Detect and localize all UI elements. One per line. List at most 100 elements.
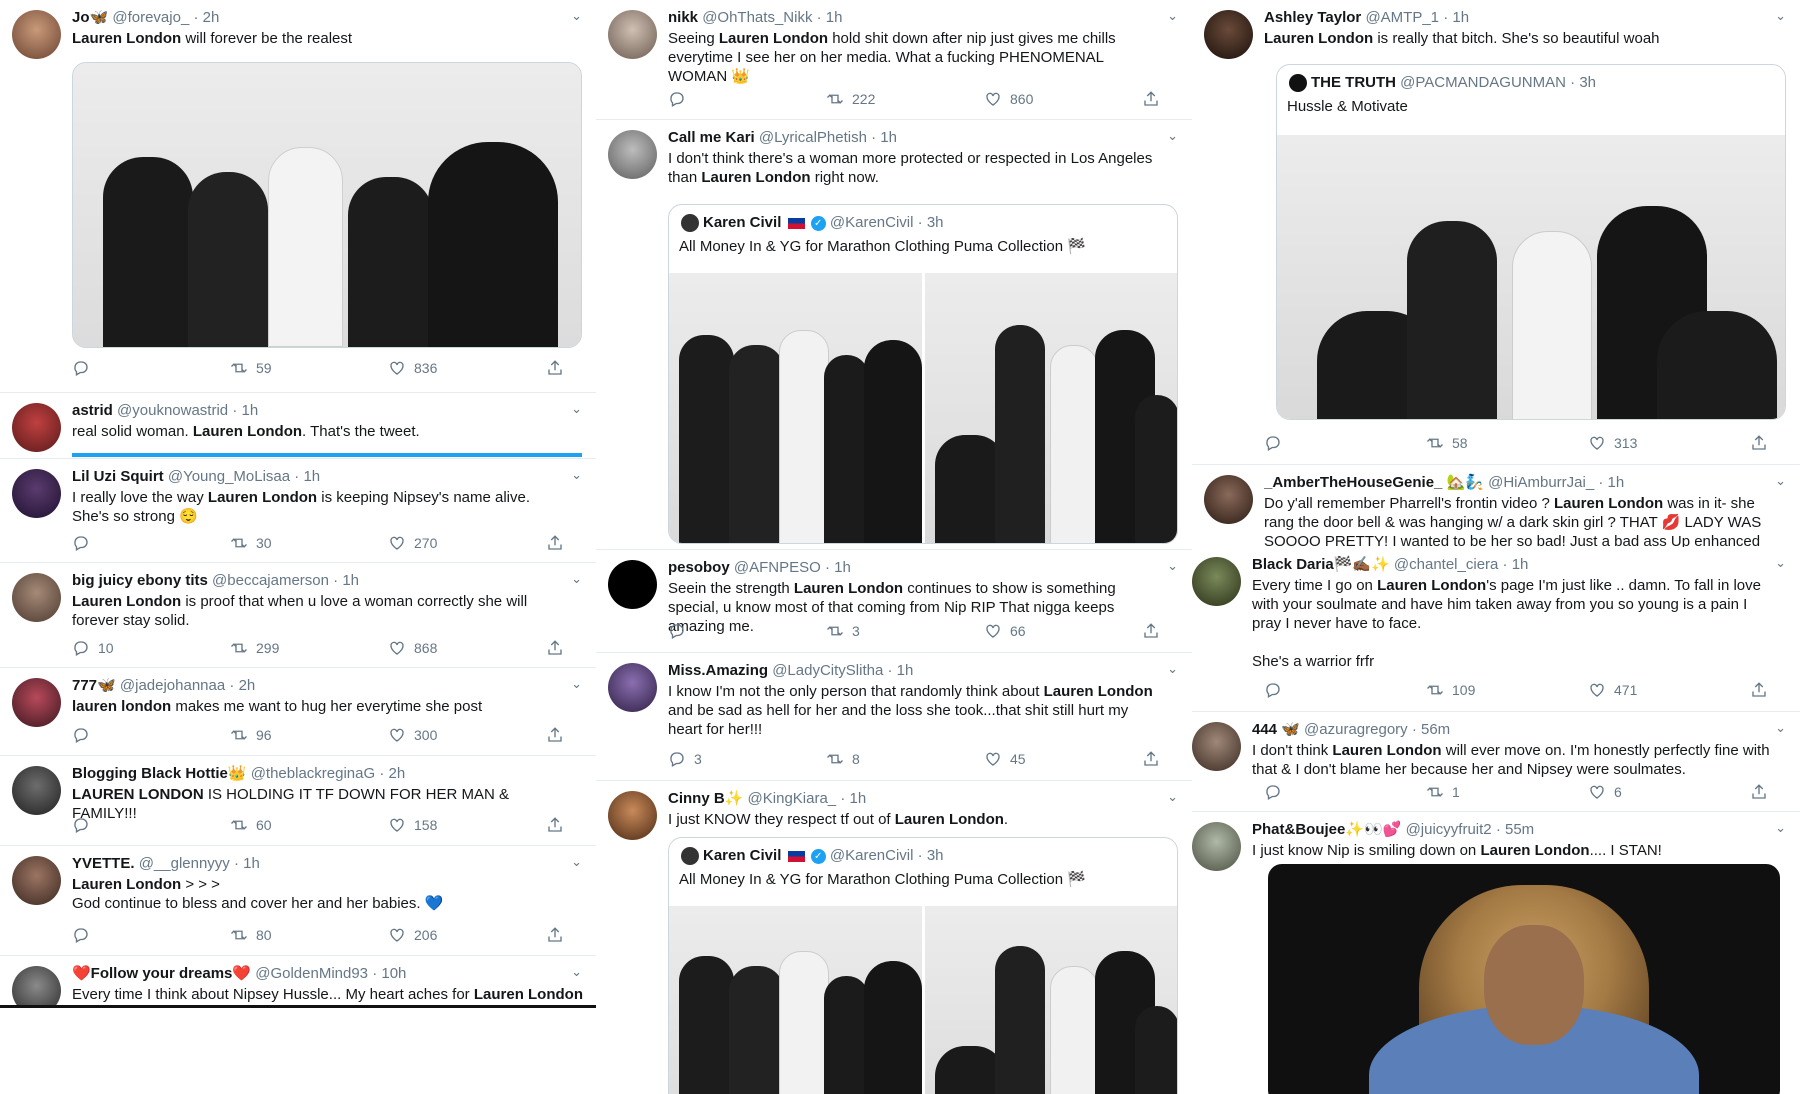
retweet-button[interactable]: 3 bbox=[826, 620, 966, 642]
user-handle[interactable]: @Young_MoLisaa bbox=[168, 468, 290, 485]
reply-button[interactable] bbox=[1264, 432, 1404, 454]
share-button[interactable] bbox=[1142, 88, 1164, 110]
display-name[interactable]: big juicy ebony tits bbox=[72, 572, 208, 589]
timestamp[interactable]: 1h bbox=[1608, 474, 1625, 491]
avatar[interactable] bbox=[1192, 722, 1241, 771]
tweet-image[interactable] bbox=[72, 62, 582, 348]
retweet-button[interactable]: 222 bbox=[826, 88, 966, 110]
chevron-down-icon[interactable]: ⌄ bbox=[571, 571, 582, 587]
display-name[interactable]: Ashley Taylor bbox=[1264, 9, 1361, 26]
display-name[interactable]: Lil Uzi Squirt bbox=[72, 468, 164, 485]
chevron-down-icon[interactable]: ⌄ bbox=[1167, 789, 1178, 805]
avatar[interactable] bbox=[608, 10, 657, 59]
display-name[interactable]: Black Daria🏁✍🏾✨ bbox=[1252, 556, 1390, 573]
user-handle[interactable]: @GoldenMind93 bbox=[255, 965, 368, 982]
share-button[interactable] bbox=[1750, 432, 1772, 454]
avatar[interactable] bbox=[12, 573, 61, 622]
avatar[interactable] bbox=[12, 966, 61, 1008]
reply-button[interactable] bbox=[72, 532, 212, 554]
reply-button[interactable] bbox=[72, 814, 212, 836]
retweet-button[interactable]: 96 bbox=[230, 724, 370, 746]
tweet[interactable]: pesoboy @AFNPESO · 1h Seein the strength… bbox=[596, 550, 1192, 653]
chevron-down-icon[interactable]: ⌄ bbox=[1775, 555, 1786, 571]
display-name[interactable]: astrid bbox=[72, 402, 113, 419]
like-button[interactable]: 868 bbox=[388, 637, 528, 659]
tweet[interactable]: _AmberTheHouseGenie_ 🏡🧞 @HiAmburrJai_ · … bbox=[1192, 465, 1800, 547]
avatar[interactable] bbox=[608, 130, 657, 179]
chevron-down-icon[interactable]: ⌄ bbox=[1167, 128, 1178, 144]
tweet[interactable]: Phat&Boujee✨👀💕 @juicyyfruit2 · 55m I jus… bbox=[1192, 812, 1800, 1094]
tweet[interactable]: 444 🦋 @azuragregory · 56m I don't think … bbox=[1192, 712, 1800, 812]
reply-button[interactable] bbox=[668, 88, 808, 110]
retweet-button[interactable]: 30 bbox=[230, 532, 370, 554]
timestamp[interactable]: 1h bbox=[1452, 9, 1469, 26]
display-name[interactable]: Cinny B✨ bbox=[668, 790, 743, 807]
quoted-tweet[interactable]: Karen Civil ✓ @KarenCivil · 3h All Money… bbox=[668, 204, 1178, 544]
avatar[interactable] bbox=[1192, 557, 1241, 606]
chevron-down-icon[interactable]: ⌄ bbox=[1167, 661, 1178, 677]
user-handle[interactable]: @__glennyyy bbox=[139, 855, 230, 872]
timestamp[interactable]: 55m bbox=[1505, 821, 1534, 838]
timestamp[interactable]: 56m bbox=[1421, 721, 1450, 738]
tweet[interactable]: ❤️Follow your dreams❤️ @GoldenMind93 · 1… bbox=[0, 956, 596, 1008]
timestamp[interactable]: 1h bbox=[342, 572, 359, 589]
chevron-down-icon[interactable]: ⌄ bbox=[1167, 558, 1178, 574]
tweet-image[interactable] bbox=[925, 273, 1177, 543]
quoted-tweet[interactable]: THE TRUTH @PACMANDAGUNMAN · 3h Hussle & … bbox=[1276, 64, 1786, 420]
chevron-down-icon[interactable]: ⌄ bbox=[571, 467, 582, 483]
like-button[interactable]: 6 bbox=[1588, 781, 1728, 803]
retweet-button[interactable]: 59 bbox=[230, 357, 370, 379]
user-handle[interactable]: @chantel_ciera bbox=[1394, 556, 1498, 573]
avatar[interactable] bbox=[1204, 475, 1253, 524]
display-name[interactable]: nikk bbox=[668, 9, 698, 26]
user-handle[interactable]: @jadejohannaa bbox=[120, 677, 225, 694]
share-button[interactable] bbox=[1750, 781, 1772, 803]
timestamp[interactable]: 1h bbox=[834, 559, 851, 576]
display-name[interactable]: ❤️Follow your dreams❤️ bbox=[72, 965, 251, 982]
user-handle[interactable]: @forevajo_ bbox=[112, 9, 189, 26]
chevron-down-icon[interactable]: ⌄ bbox=[571, 401, 582, 417]
like-button[interactable]: 45 bbox=[984, 748, 1124, 770]
display-name[interactable]: 777🦋 bbox=[72, 677, 116, 694]
tweet-image[interactable] bbox=[925, 906, 1177, 1094]
timestamp[interactable]: 1h bbox=[826, 9, 843, 26]
avatar[interactable] bbox=[608, 560, 657, 609]
reply-button[interactable] bbox=[1264, 679, 1404, 701]
tweet[interactable]: Ashley Taylor @AMTP_1 · 1h Lauren London… bbox=[1192, 0, 1800, 465]
avatar[interactable] bbox=[12, 10, 61, 59]
retweet-button[interactable]: 1 bbox=[1426, 781, 1566, 803]
share-button[interactable] bbox=[546, 357, 568, 379]
tweet[interactable]: astrid @youknowastrid · 1h real solid wo… bbox=[0, 393, 596, 459]
tweet[interactable]: Call me Kari @LyricalPhetish · 1h I don'… bbox=[596, 120, 1192, 550]
display-name[interactable]: Jo🦋 bbox=[72, 9, 108, 26]
reply-button[interactable]: 10 bbox=[72, 637, 212, 659]
retweet-button[interactable]: 109 bbox=[1426, 679, 1566, 701]
user-handle[interactable]: @AMTP_1 bbox=[1365, 9, 1439, 26]
share-button[interactable] bbox=[546, 637, 568, 659]
like-button[interactable]: 860 bbox=[984, 88, 1124, 110]
like-button[interactable]: 836 bbox=[388, 357, 528, 379]
user-handle[interactable]: @LyricalPhetish bbox=[759, 129, 867, 146]
quoted-tweet[interactable]: Karen Civil ✓ @KarenCivil · 3h All Money… bbox=[668, 837, 1178, 1094]
user-handle[interactable]: @LadyCitySlitha bbox=[772, 662, 883, 679]
share-button[interactable] bbox=[1750, 679, 1772, 701]
chevron-down-icon[interactable]: ⌄ bbox=[571, 964, 582, 980]
retweet-button[interactable]: 58 bbox=[1426, 432, 1566, 454]
avatar[interactable] bbox=[12, 403, 61, 452]
display-name[interactable]: Phat&Boujee✨👀💕 bbox=[1252, 821, 1401, 838]
tweet[interactable]: Blogging Black Hottie👑 @theblackreginaG … bbox=[0, 756, 596, 846]
tweet-image[interactable] bbox=[669, 906, 922, 1094]
chevron-down-icon[interactable]: ⌄ bbox=[1775, 8, 1786, 24]
tweet[interactable]: nikk @OhThats_Nikk · 1h Seeing Lauren Lo… bbox=[596, 0, 1192, 120]
timestamp[interactable]: 1h bbox=[897, 662, 914, 679]
avatar[interactable] bbox=[12, 469, 61, 518]
avatar[interactable] bbox=[608, 663, 657, 712]
avatar[interactable] bbox=[12, 766, 61, 815]
tweet[interactable]: big juicy ebony tits @beccajamerson · 1h… bbox=[0, 563, 596, 668]
chevron-down-icon[interactable]: ⌄ bbox=[571, 676, 582, 692]
display-name[interactable]: Miss.Amazing bbox=[668, 662, 768, 679]
user-handle[interactable]: @AFNPESO bbox=[734, 559, 821, 576]
share-button[interactable] bbox=[546, 814, 568, 836]
retweet-button[interactable]: 60 bbox=[230, 814, 370, 836]
user-handle[interactable]: @youknowastrid bbox=[117, 402, 228, 419]
